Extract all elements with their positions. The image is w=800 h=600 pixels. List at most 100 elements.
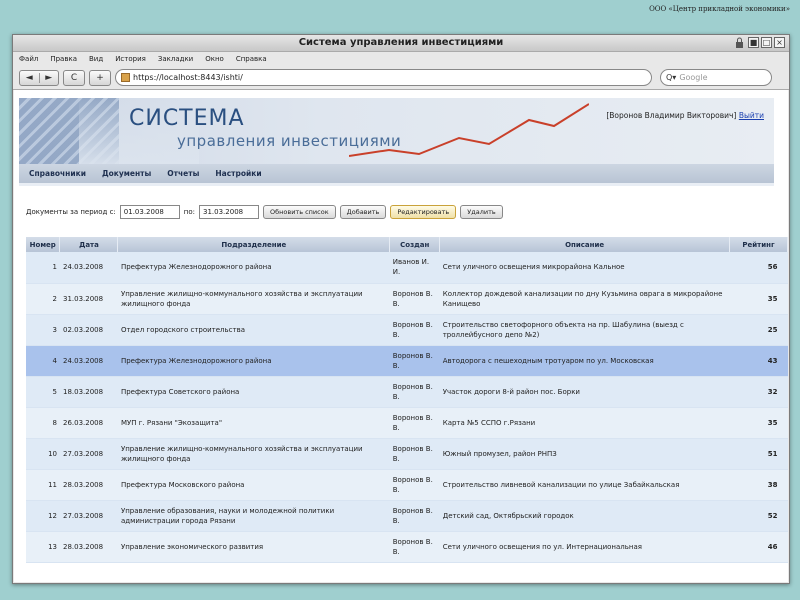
back-forward-group: ◄ ► xyxy=(19,69,59,86)
table-row[interactable]: 12 27.03.2008 Управление образования, наук… xyxy=(26,500,788,532)
row-date: 28.03.2008 xyxy=(59,531,118,563)
row-author: Воронов В. В. xyxy=(389,407,440,439)
row-rating: 35 xyxy=(729,407,788,439)
col-department-header[interactable]: Подразделение xyxy=(117,237,391,252)
row-department: Управление жилищно-коммунального хозяйст… xyxy=(117,283,390,315)
table-row[interactable]: 1 24.03.2008 Префектура Железнодорожного р… xyxy=(26,252,788,284)
row-date: 28.03.2008 xyxy=(59,469,118,501)
user-name: [Воронов Владимир Викторович] xyxy=(606,111,737,120)
favicon-icon xyxy=(121,73,130,82)
col-date-header[interactable]: Дата xyxy=(59,237,119,252)
table-row[interactable]: 13 28.03.2008 Управление экономического ра… xyxy=(26,531,788,563)
col-rating-header[interactable]: Рейтинг xyxy=(729,237,788,252)
user-info: [Воронов Владимир Викторович] Выйти xyxy=(606,111,764,120)
row-number: 8 xyxy=(26,407,60,439)
menu-bar: Файл Правка Вид История Закладки Окно Сп… xyxy=(13,52,789,66)
trend-line-icon xyxy=(349,103,589,157)
row-number: 5 xyxy=(26,376,60,408)
table-row[interactable]: 5 18.03.2008 Префектура Советского района В… xyxy=(26,376,788,408)
menu-file[interactable]: Файл xyxy=(19,55,38,63)
row-number: 11 xyxy=(26,469,60,501)
table-row[interactable]: 3 02.03.2008 Отдел городского строительств… xyxy=(26,314,788,346)
col-author-header[interactable]: Создан xyxy=(389,237,441,252)
row-rating: 38 xyxy=(729,469,788,501)
appmenu-settings[interactable]: Настройки xyxy=(215,169,261,178)
row-number: 3 xyxy=(26,314,60,346)
row-description: Южный промузел, район РНПЗ xyxy=(439,438,730,470)
date-to-input[interactable]: 31.03.2008 xyxy=(199,205,260,219)
row-department: Префектура Железнодорожного района xyxy=(117,252,390,284)
filter-toolbar: Документы за период с: 01.03.2008 по: 31… xyxy=(26,205,503,219)
menu-history[interactable]: История xyxy=(115,55,146,63)
col-number-header[interactable]: Номер xyxy=(26,237,61,252)
row-rating: 56 xyxy=(729,252,788,284)
table-row[interactable]: 11 28.03.2008 Префектура Московского район… xyxy=(26,469,788,501)
table-row[interactable]: 10 27.03.2008 Управление жилищно-коммуналь… xyxy=(26,438,788,470)
row-department: Префектура Советского района xyxy=(117,376,390,408)
delete-button[interactable]: Удалить xyxy=(460,205,503,219)
edit-button[interactable]: Редактировать xyxy=(390,205,457,219)
add-button[interactable]: Добавить xyxy=(339,205,387,219)
documents-table: Номер Дата Подразделение Создан Описание… xyxy=(26,237,788,563)
appmenu-directories[interactable]: Справочники xyxy=(29,169,86,178)
row-number: 13 xyxy=(26,531,60,563)
close-button[interactable]: × xyxy=(774,37,785,48)
table-row[interactable]: 8 26.03.2008 МУП г. Рязани "Экозащита" Воро… xyxy=(26,407,788,439)
reload-button[interactable]: C xyxy=(63,69,85,86)
url-bar[interactable]: https://localhost:8443/ishti/ xyxy=(115,69,652,86)
row-date: 18.03.2008 xyxy=(59,376,118,408)
row-rating: 46 xyxy=(729,531,788,563)
row-author: Воронов В. В. xyxy=(389,469,440,501)
row-rating: 35 xyxy=(729,283,788,315)
row-number: 12 xyxy=(26,500,60,532)
maximize-button[interactable]: □ xyxy=(761,37,772,48)
menu-view[interactable]: Вид xyxy=(89,55,103,63)
row-description: Сети уличного освещения микрорайона Каль… xyxy=(439,252,730,284)
row-date: 31.03.2008 xyxy=(59,283,118,315)
refresh-button[interactable]: Обновить список xyxy=(263,205,336,219)
row-number: 2 xyxy=(26,283,60,315)
row-date: 27.03.2008 xyxy=(59,500,118,532)
logout-link[interactable]: Выйти xyxy=(739,111,764,120)
row-description: Автодорога с пешеходным тротуаром по ул.… xyxy=(439,345,730,377)
period-label: Документы за период с: xyxy=(26,208,116,216)
date-from-input[interactable]: 01.03.2008 xyxy=(119,205,180,219)
row-department: Отдел городского строительства xyxy=(117,314,390,346)
row-author: Воронов В. В. xyxy=(389,500,440,532)
row-rating: 32 xyxy=(729,376,788,408)
row-department: Префектура Железнодорожного района xyxy=(117,345,390,377)
row-description: Детский сад, Октябрьский городок xyxy=(439,500,730,532)
app-banner: СИСТЕМА управления инвестициями [Воронов… xyxy=(19,98,774,164)
to-label: по: xyxy=(183,208,196,216)
add-bookmark-button[interactable]: + xyxy=(89,69,111,86)
table-body: 1 24.03.2008 Префектура Железнодорожного р… xyxy=(26,252,788,563)
minimize-button[interactable]: ■ xyxy=(748,37,759,48)
table-row[interactable]: 4 24.03.2008 Префектура Железнодорожного р… xyxy=(26,345,788,377)
row-author: Воронов В. В. xyxy=(389,376,440,408)
menu-bookmarks[interactable]: Закладки xyxy=(158,55,193,63)
appmenu-documents[interactable]: Документы xyxy=(102,169,151,178)
forward-button[interactable]: ► xyxy=(38,72,59,83)
row-number: 10 xyxy=(26,438,60,470)
menu-window[interactable]: Окно xyxy=(205,55,224,63)
row-rating: 43 xyxy=(729,345,788,377)
navigation-bar: ◄ ► C + https://localhost:8443/ishti/ Q▾… xyxy=(13,66,789,90)
menu-edit[interactable]: Правка xyxy=(50,55,77,63)
row-rating: 25 xyxy=(729,314,788,346)
table-row[interactable]: 2 31.03.2008 Управление жилищно-коммунальн… xyxy=(26,283,788,315)
col-description-header[interactable]: Описание xyxy=(439,237,730,252)
appmenu-reports[interactable]: Отчеты xyxy=(167,169,199,178)
search-field[interactable]: Q▾ Google xyxy=(660,69,772,86)
row-date: 26.03.2008 xyxy=(59,407,118,439)
row-description: Карта №5 ССПО г.Рязани xyxy=(439,407,730,439)
app-title: СИСТЕМА xyxy=(129,106,245,131)
row-description: Строительство ливневой канализации по ул… xyxy=(439,469,730,501)
row-author: Иванов И. И. xyxy=(389,252,440,284)
menu-help[interactable]: Справка xyxy=(236,55,267,63)
back-button[interactable]: ◄ xyxy=(20,73,39,83)
row-description: Коллектор дождевой канализации по дну Ку… xyxy=(439,283,730,315)
app-menu: Справочники Документы Отчеты Настройки xyxy=(19,164,774,186)
row-rating: 52 xyxy=(729,500,788,532)
row-author: Воронов В. В. xyxy=(389,283,440,315)
row-department: МУП г. Рязани "Экозащита" xyxy=(117,407,390,439)
